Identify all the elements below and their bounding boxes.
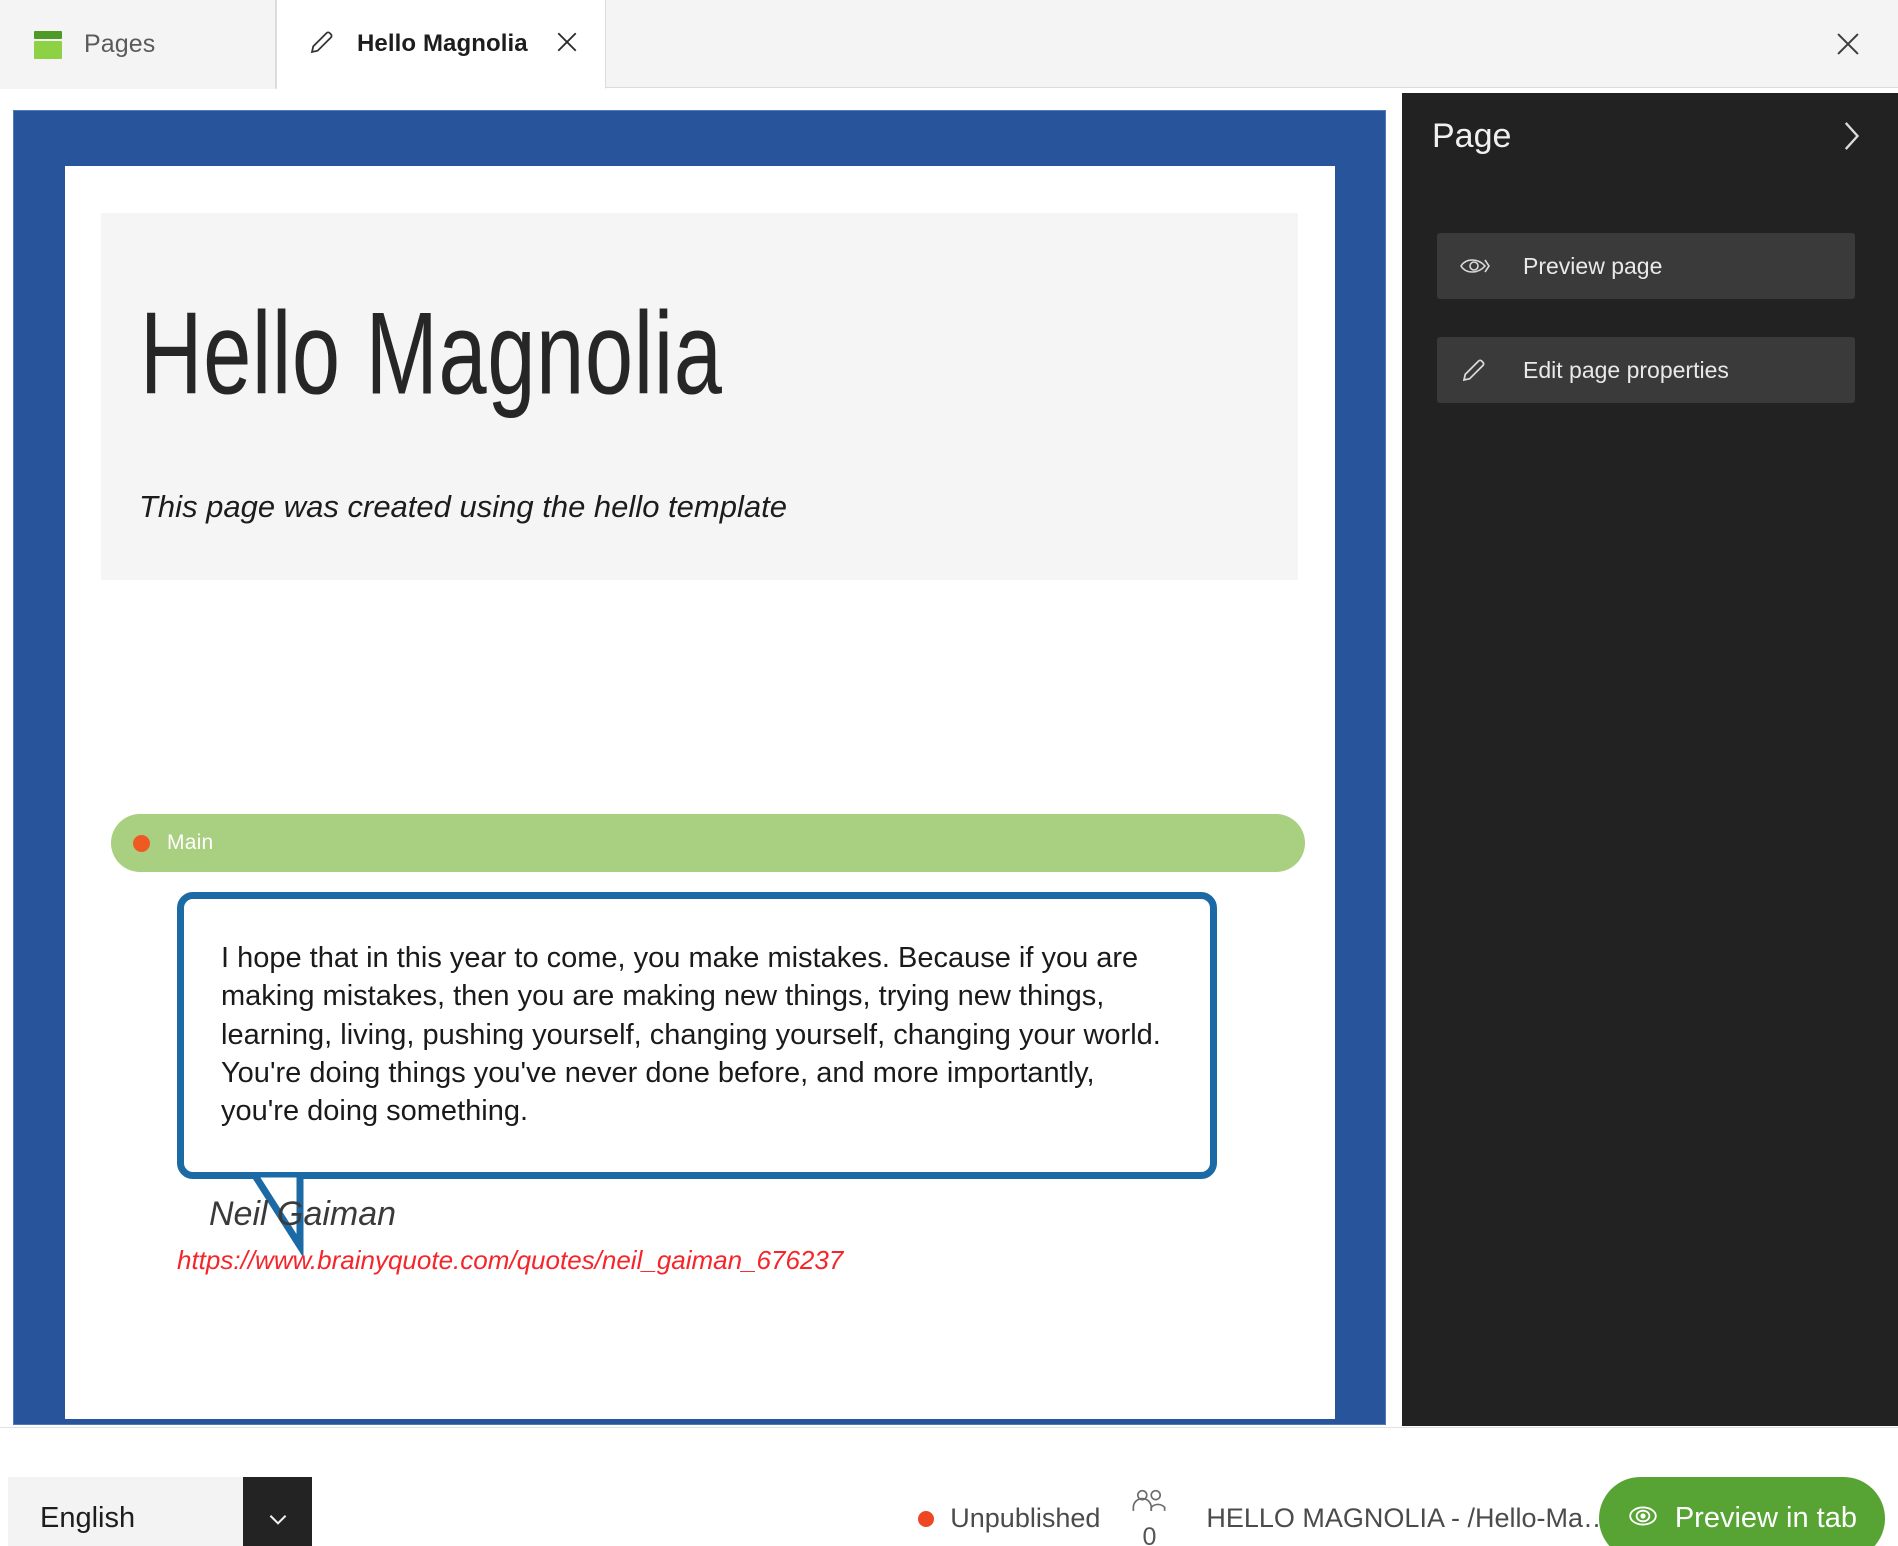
preview-in-tab-label: Preview in tab (1674, 1502, 1857, 1534)
edit-page-properties-button[interactable]: Edit page properties (1437, 337, 1855, 403)
quote-source-url[interactable]: https://www.brainyquote.com/quotes/neil_… (177, 1245, 843, 1276)
status-info-group: Unpublished 0 HELLO MAGNOLIA - /Hello-Ma… (918, 1477, 1610, 1546)
close-window-button[interactable] (1826, 22, 1870, 66)
tab-bar: Pages Hello Magnolia (0, 0, 1898, 89)
page-title: Hello Magnolia (140, 287, 723, 419)
page-selection-frame[interactable]: Hello Magnolia This page was created usi… (13, 110, 1386, 1425)
chevron-down-icon (243, 1477, 312, 1546)
page-hero-block: Hello Magnolia This page was created usi… (101, 213, 1298, 580)
quote-author: Neil Gaiman (209, 1195, 397, 1233)
page-subtitle: This page was created using the hello te… (139, 489, 787, 524)
panel-title: Page (1432, 116, 1512, 155)
close-icon (1837, 33, 1859, 55)
status-dot-icon (918, 1510, 935, 1527)
magnolia-page-editor: Pages Hello Magnolia Hello Magnolia This… (0, 0, 1898, 1546)
language-select[interactable]: English (8, 1477, 312, 1546)
close-icon[interactable] (552, 27, 582, 62)
eye-icon (1627, 1503, 1659, 1534)
status-badge: Unpublished (918, 1503, 1100, 1534)
active-users: 0 (1130, 1488, 1168, 1546)
area-banner-label: Main (167, 831, 214, 854)
edit-page-properties-label: Edit page properties (1523, 356, 1729, 383)
page-preview: Hello Magnolia This page was created usi… (65, 166, 1335, 1419)
tab-pages-label: Pages (84, 30, 156, 58)
quote-component[interactable]: I hope that in this year to come, you ma… (177, 892, 1217, 1259)
users-icon (1130, 1488, 1168, 1523)
status-bar: English Unpublished 0 HELLO MAGNOLIA - /… (0, 1427, 1898, 1546)
pencil-icon (307, 27, 337, 62)
chevron-right-icon[interactable] (1838, 119, 1864, 153)
preview-in-tab-button[interactable]: Preview in tab (1598, 1477, 1885, 1546)
quote-bubble: I hope that in this year to come, you ma… (177, 892, 1217, 1259)
tab-hello-magnolia[interactable]: Hello Magnolia (276, 0, 606, 89)
page-path-label: HELLO MAGNOLIA - /Hello-Ma… (1206, 1503, 1610, 1533)
publication-status-label: Unpublished (950, 1503, 1101, 1533)
preview-page-button[interactable]: Preview page (1437, 233, 1855, 299)
pencil-icon (1459, 355, 1511, 385)
panel-header: Page (1402, 93, 1898, 179)
tab-pages[interactable]: Pages (0, 0, 276, 89)
tab-hello-magnolia-label: Hello Magnolia (357, 30, 528, 57)
active-users-count: 0 (1142, 1522, 1157, 1546)
preview-page-label: Preview page (1523, 252, 1663, 279)
page-properties-panel: Page Preview page Edit page properties (1402, 93, 1898, 1426)
area-status-dot-icon (133, 834, 150, 852)
area-banner-main[interactable]: Main (111, 814, 1305, 872)
eye-icon (1459, 254, 1511, 278)
quote-text: I hope that in this year to come, you ma… (221, 942, 1161, 1128)
language-select-value: English (8, 1477, 243, 1546)
pages-grid-icon (34, 30, 62, 59)
